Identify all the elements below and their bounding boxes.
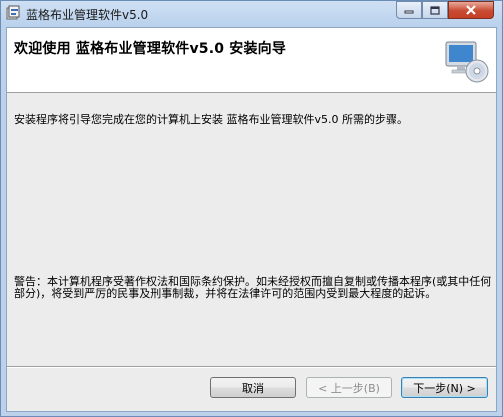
minimize-button[interactable] — [396, 1, 422, 19]
intro-text: 安装程序将引导您完成在您的计算机上安装 蓝格布业管理软件v5.0 所需的步骤。 — [14, 113, 408, 126]
close-icon — [466, 5, 476, 15]
maximize-icon — [430, 5, 440, 15]
wizard-header: 欢迎使用 蓝格布业管理软件v5.0 安装向导 — [7, 28, 496, 93]
cancel-button[interactable]: 取消 — [210, 377, 296, 398]
back-button[interactable]: < 上一步(B) — [306, 377, 392, 398]
installer-window: 蓝格布业管理软件v5.0 欢迎使用 蓝格布业管理软件v5.0 安装向导 安装程序… — [0, 0, 503, 417]
title-bar[interactable]: 蓝格布业管理软件v5.0 — [1, 1, 502, 27]
next-button[interactable]: 下一步(N) > — [401, 377, 488, 398]
divider — [7, 366, 496, 368]
minimize-icon — [404, 10, 414, 14]
window-title: 蓝格布业管理软件v5.0 — [26, 8, 149, 22]
computer-cd-icon — [445, 41, 489, 83]
maximize-button[interactable] — [422, 1, 448, 19]
dialog-body: 欢迎使用 蓝格布业管理软件v5.0 安装向导 安装程序将引导您完成在您的计算机上… — [6, 27, 497, 412]
close-button[interactable] — [448, 1, 494, 19]
page-title: 欢迎使用 蓝格布业管理软件v5.0 安装向导 — [14, 41, 287, 57]
installer-icon — [6, 5, 20, 20]
copyright-warning: 警告：本计算机程序受著作权法和国际条约保护。如未经授权而擅自复制或传播本程序(或… — [14, 275, 492, 300]
